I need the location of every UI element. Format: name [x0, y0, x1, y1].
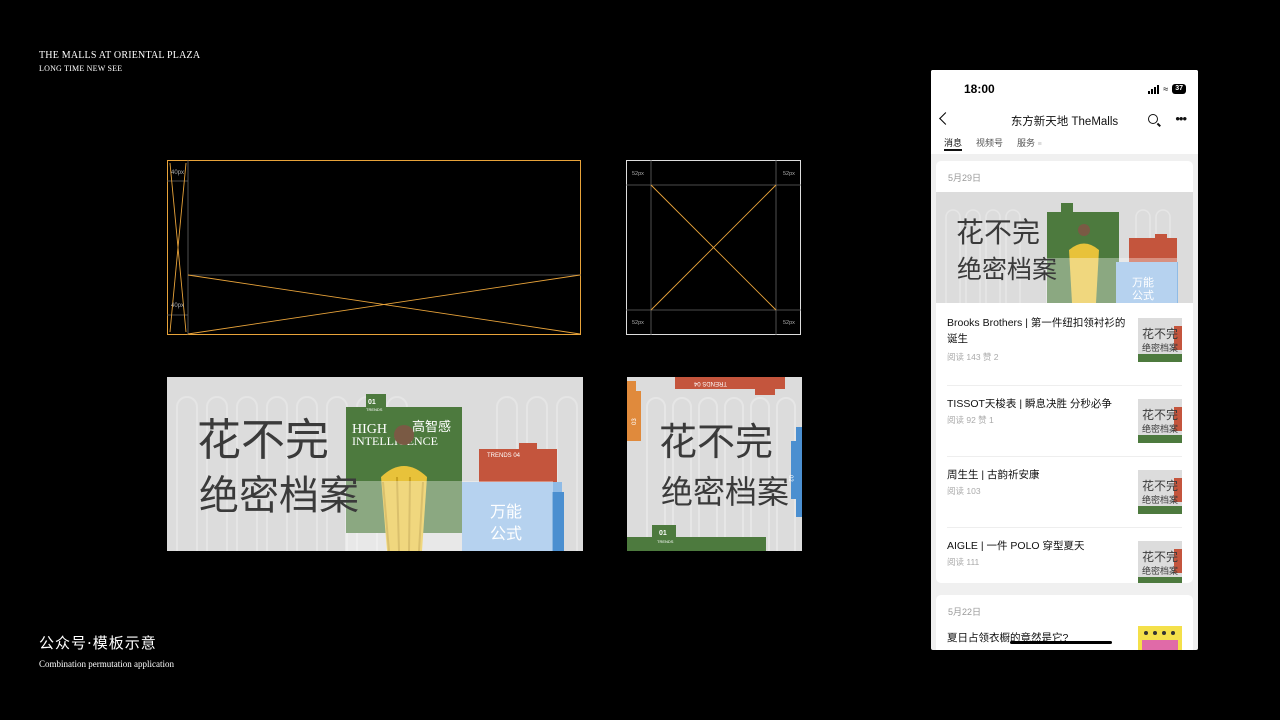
- thumb-headline-1: 花不完: [1142, 407, 1178, 422]
- wifi-icon: ≈: [1163, 84, 1169, 94]
- article-thumbnail: 花不完 绝密档案: [1138, 541, 1182, 583]
- search-icon[interactable]: [1148, 114, 1158, 124]
- thumb-headline-1: 花不完: [1142, 478, 1178, 493]
- status-time: 18:00: [964, 82, 995, 96]
- cover-headline-2: 绝密档案: [957, 255, 1057, 284]
- article-row[interactable]: Brooks Brothers | 第一件纽扣领衬衫的诞生 阅读 143 赞 2…: [947, 315, 1182, 386]
- article-title: Brooks Brothers | 第一件纽扣领衬衫的诞生: [947, 317, 1126, 345]
- article-thumbnail: 花不完 绝密档案: [1138, 399, 1182, 443]
- tab-services[interactable]: 服务 ≡: [1017, 132, 1042, 154]
- square-headline-2: 绝密档案: [661, 473, 789, 511]
- thumb-headline-2: 绝密档案: [1142, 342, 1178, 354]
- article-thumbnail: 花不完 绝密档案: [1138, 318, 1182, 362]
- wide-top-label: 40px: [171, 170, 184, 176]
- wide-banner: 01 TRENDS HIGH INTELLIGENCE 高智感 TRENDS 0…: [167, 377, 583, 551]
- cover-headline-1: 花不完: [956, 216, 1040, 249]
- square-label-bl: 52px: [632, 320, 644, 326]
- tab-messages[interactable]: 消息: [944, 132, 963, 151]
- account-title: 东方新天地 TheMalls: [1010, 116, 1119, 128]
- brand-header: THE MALLS AT ORIENTAL PLAZA LONG TIME NE…: [39, 49, 200, 75]
- cover-blue-text-1: 万能: [1132, 275, 1154, 289]
- cover-image[interactable]: 花不完 绝密档案 万能 公式: [936, 192, 1193, 303]
- square-wireframe: 52px 52px 52px 52px: [626, 160, 802, 336]
- square-tag-01-text: TRENDS: [657, 539, 674, 544]
- card-date: 5月22日: [948, 607, 982, 617]
- more-icon[interactable]: •••: [1175, 111, 1187, 126]
- cover-blue-text-2: 公式: [1132, 289, 1154, 302]
- thumb-headline-2: 绝密档案: [1142, 423, 1178, 435]
- square-label-br: 52px: [783, 320, 795, 326]
- wide-bottom-label: 40px: [171, 303, 184, 309]
- article-meta: 阅读 103: [947, 486, 981, 496]
- thumb-headline-2: 绝密档案: [1142, 565, 1178, 577]
- square-label-tl: 52px: [632, 171, 644, 177]
- article-title: TISSOT天梭表 | 瞬息决胜 分秒必争: [947, 398, 1112, 410]
- status-indicators: ≈ 37: [1148, 84, 1186, 94]
- caption-title: 公众号·模板示意: [39, 634, 157, 652]
- article-meta: 阅读 92 赞 1: [947, 415, 994, 425]
- account-tabs: 消息 视频号 服务 ≡: [931, 132, 1198, 154]
- tag-01-number: 01: [368, 399, 376, 406]
- brand-line-1: THE MALLS AT ORIENTAL PLAZA: [39, 50, 201, 61]
- brand-line-2: LONG TIME NEW SEE: [39, 64, 123, 73]
- message-card-may29: 5月29日 花不完 绝密档案 万能 公式 Brooks Brothers | 第…: [936, 161, 1193, 583]
- article-thumbnail: 花不完 绝密档案: [1138, 470, 1182, 514]
- article-meta: 阅读 111: [947, 557, 980, 567]
- phone-mockup: 18:00 ≈ 37 东方新天地 TheMalls ••• 消息 视频号 服务 …: [931, 70, 1198, 650]
- thumb-headline-1: 花不完: [1142, 549, 1178, 564]
- square-headline-1: 花不完: [659, 420, 773, 464]
- square-banner: TRENDS 04 03 02 01 TRENDS 花不完 绝密档案: [627, 377, 802, 551]
- article-title: 周生生 | 古韵祈安康: [947, 469, 1040, 481]
- tag-01-text: TRENDS: [366, 407, 383, 412]
- article-row[interactable]: AIGLE | 一件 POLO 穿型夏天 阅读 111 花不完 绝密档案: [947, 528, 1182, 583]
- green-title-cn: 高智感: [412, 419, 451, 435]
- services-dot-icon: ≡: [1037, 141, 1042, 148]
- article-row[interactable]: 夏日占领衣橱的竟然是它?: [947, 626, 1182, 650]
- article-title: AIGLE | 一件 POLO 穿型夏天: [947, 540, 1085, 552]
- square-top-tag: TRENDS 04: [693, 380, 727, 386]
- caption: 公众号·模板示意 Combination permutation applica…: [39, 632, 174, 669]
- banner-headline-1: 花不完: [197, 415, 329, 466]
- article-thumbnail: [1138, 626, 1182, 650]
- account-header: 东方新天地 TheMalls •••: [931, 108, 1198, 132]
- card-date: 5月29日: [948, 173, 982, 183]
- square-tag-01-number: 01: [659, 530, 667, 537]
- wide-wireframe: 40px 40px: [167, 160, 582, 336]
- red-tag: TRENDS 04: [487, 453, 521, 459]
- article-row[interactable]: TISSOT天梭表 | 瞬息决胜 分秒必争 阅读 92 赞 1 花不完 绝密档案: [947, 386, 1182, 457]
- battery-icon: 37: [1172, 84, 1186, 94]
- thumb-headline-1: 花不完: [1142, 326, 1178, 341]
- thumb-headline-2: 绝密档案: [1142, 494, 1178, 506]
- signal-icon: [1148, 84, 1160, 94]
- square-left-tag: 03: [632, 418, 638, 425]
- tab-channels[interactable]: 视频号: [976, 132, 1003, 154]
- banner-headline-2: 绝密档案: [199, 473, 359, 519]
- article-row[interactable]: 周生生 | 古韵祈安康 阅读 103 花不完 绝密档案: [947, 457, 1182, 528]
- caption-subtitle: Combination permutation application: [39, 659, 174, 669]
- square-label-tr: 52px: [783, 171, 795, 177]
- status-bar: 18:00 ≈ 37: [931, 70, 1198, 108]
- tab-services-label: 服务: [1017, 138, 1036, 148]
- home-indicator: [1010, 641, 1112, 644]
- article-meta: 阅读 143 赞 2: [947, 352, 999, 362]
